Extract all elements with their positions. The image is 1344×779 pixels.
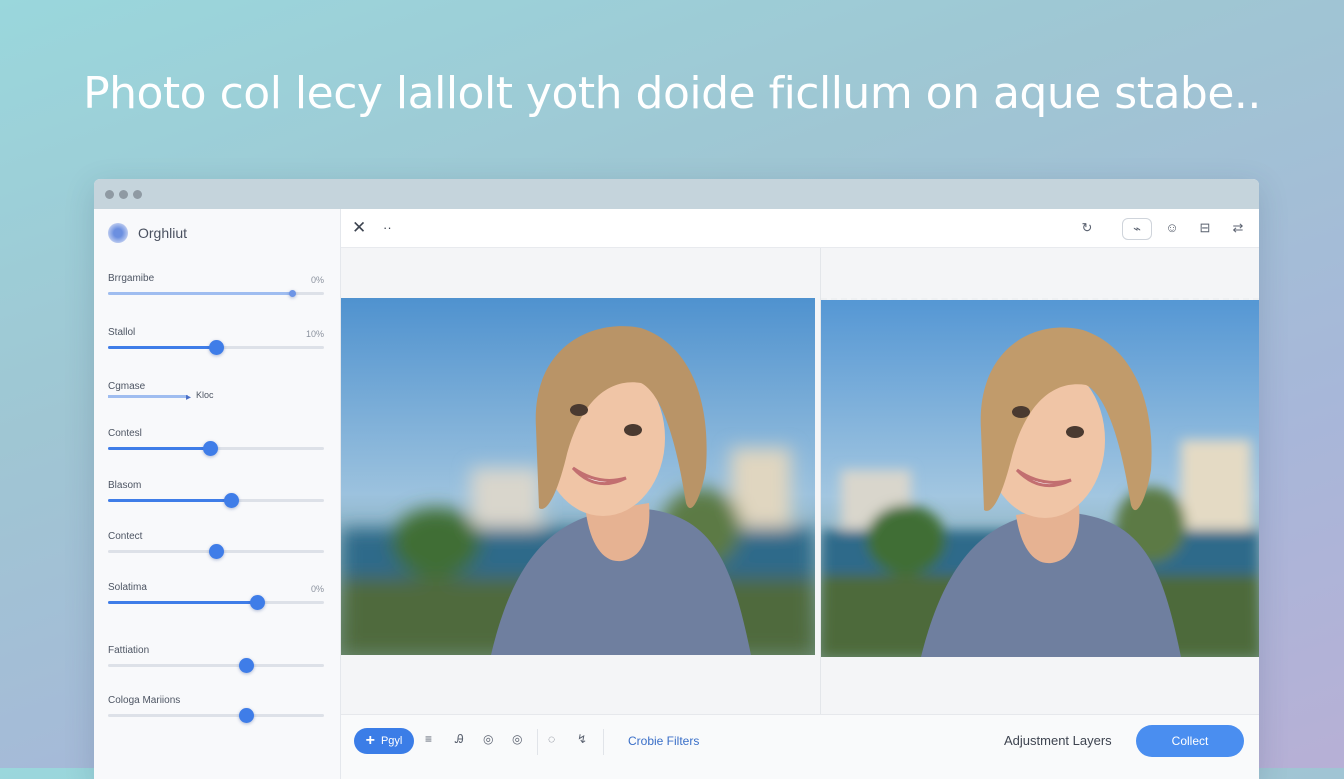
more-icon[interactable]: ·· [383, 220, 392, 235]
target-icon[interactable]: ◎ [512, 732, 522, 746]
slider-handle[interactable] [250, 595, 266, 610]
slider-label: Contesl [108, 428, 142, 439]
adjustments-sidebar: Orghliut Brrgamibe 0% Stallol 10% Cgmase… [94, 209, 341, 779]
crop-icon[interactable]: ⊟ [1194, 218, 1216, 238]
collect-button[interactable]: Collect [1136, 725, 1244, 757]
slider-handle[interactable] [288, 290, 296, 297]
mask-icon[interactable]: ◎ [483, 732, 493, 746]
compare-icon[interactable]: ⌁ [1122, 218, 1152, 240]
slider-track[interactable] [108, 340, 324, 355]
slider-handle[interactable] [224, 493, 240, 508]
plus-icon: + [365, 732, 375, 749]
close-icon[interactable]: ✕ [352, 218, 366, 238]
slider-label: Solatima [108, 582, 147, 593]
divider [537, 729, 538, 755]
title-bar [94, 179, 1259, 209]
slider-value: 0% [310, 584, 324, 594]
slider-track[interactable] [108, 658, 324, 673]
slider-track[interactable] [108, 441, 324, 456]
brush-icon[interactable]: ◌ [548, 732, 555, 746]
slider-track[interactable] [108, 290, 324, 297]
slider-value: 0% [310, 275, 324, 285]
slider-label: Fattiation [108, 645, 150, 656]
list-icon[interactable]: ≡ [425, 732, 432, 746]
adjustment-layers-button[interactable]: Adjustment Layers [1004, 733, 1112, 748]
app-logo-icon [108, 223, 128, 243]
rotate-icon[interactable]: ↻ [1076, 218, 1098, 238]
window-control-dot[interactable] [133, 190, 142, 199]
slider-handle[interactable] [202, 441, 218, 456]
slider-track[interactable] [108, 395, 188, 398]
slider-handle[interactable] [209, 340, 224, 355]
slider-label: Cologa Mariions [108, 695, 181, 706]
slider-handle[interactable] [209, 544, 224, 559]
add-button[interactable]: + Pgyl [354, 728, 414, 754]
filters-link[interactable]: Crobie Filters [628, 734, 699, 748]
slider-handle[interactable] [239, 658, 255, 673]
slider-value: Kloc [196, 390, 214, 400]
slider-track[interactable] [108, 708, 324, 723]
sidebar-header: Orghliut [108, 221, 187, 245]
editor-window: Orghliut Brrgamibe 0% Stallol 10% Cgmase… [94, 179, 1259, 779]
slider-label: Brrgamibe [108, 273, 155, 284]
slider-label: Contect [108, 531, 143, 542]
bottom-toolbar: + Pgyl ≡ Ꭿ ◎ ◎ ◌ ↯ Crobie Filters Adjust… [341, 714, 1259, 779]
arrow-right-icon: ▸ [186, 392, 192, 403]
flip-icon[interactable]: ⇄ [1227, 218, 1249, 238]
slider-label: Blasom [108, 480, 142, 491]
effects-icon[interactable]: ↯ [577, 732, 587, 746]
slider-track[interactable] [108, 595, 324, 610]
top-toolbar: ✕ ·· ↻ ⌁ ☺ ⊟ ⇄ [341, 209, 1259, 248]
headline: Photo col lecy lallolt yoth doide ficllu… [83, 68, 1261, 119]
face-icon[interactable]: ☺ [1161, 218, 1183, 238]
slider-label: Stallol [108, 327, 136, 338]
slider-value: 10% [305, 329, 324, 339]
text-tool-icon[interactable]: Ꭿ [455, 732, 464, 747]
sidebar-title: Orghliut [138, 225, 188, 241]
photo-after[interactable] [821, 298, 1259, 657]
window-control-dot[interactable] [105, 190, 114, 199]
add-button-label: Pgyl [380, 735, 403, 747]
divider [603, 729, 604, 755]
slider-label: Cgmase [108, 381, 146, 392]
photo-before[interactable] [341, 298, 815, 655]
slider-track[interactable] [108, 493, 324, 508]
window-control-dot[interactable] [119, 190, 128, 199]
canvas-area [341, 248, 1259, 714]
slider-handle[interactable] [239, 708, 255, 723]
slider-track[interactable] [108, 544, 324, 559]
